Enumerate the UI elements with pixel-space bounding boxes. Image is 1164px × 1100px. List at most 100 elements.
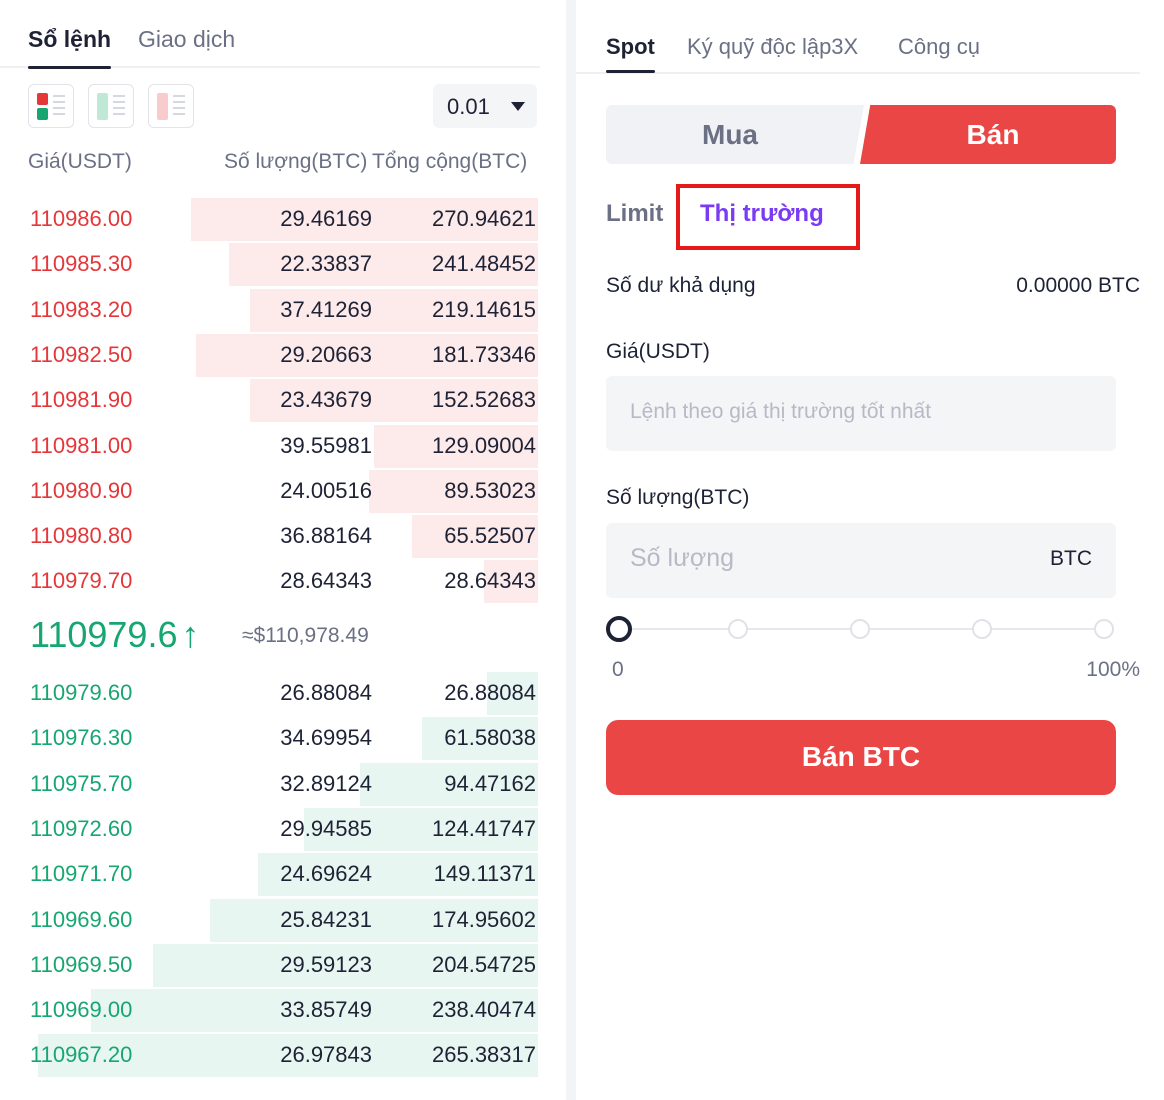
bid-price: 110969.50: [30, 951, 133, 977]
header-price: Giá(USDT): [28, 150, 132, 173]
view-bids-button[interactable]: [88, 84, 134, 128]
available-balance-label: Số dư khả dụng: [606, 274, 756, 297]
sell-btc-button[interactable]: Bán BTC: [606, 720, 1116, 795]
tab-trades[interactable]: Giao dịch: [138, 26, 235, 53]
ask-price: 110980.80: [30, 523, 133, 549]
buy-tab[interactable]: Mua: [606, 105, 864, 164]
ask-row[interactable]: 110980.80 36.88164 65.52507: [0, 515, 538, 559]
panel-divider: [566, 0, 576, 1100]
ask-total: 129.09004: [432, 432, 536, 458]
slider-min-label: 0: [612, 658, 624, 681]
ask-price: 110980.90: [30, 477, 133, 503]
orderbook-tabs: Sổ lệnh Giao dịch: [0, 0, 540, 69]
ask-qty: 23.43679: [280, 387, 372, 413]
ask-qty: 39.55981: [280, 432, 372, 458]
slider-step-50[interactable]: [850, 619, 870, 639]
ask-total: 241.48452: [432, 251, 536, 277]
bid-total: 149.11371: [433, 861, 536, 887]
ask-row[interactable]: 110981.00 39.55981 129.09004: [0, 424, 538, 468]
arrow-up-icon: ↑: [181, 614, 200, 655]
ask-price: 110981.00: [30, 432, 133, 458]
ask-price: 110981.90: [30, 387, 133, 413]
slider-max-label: 100%: [1086, 658, 1140, 681]
order-type-limit[interactable]: Limit: [606, 200, 663, 228]
ask-price: 110979.70: [30, 568, 133, 594]
bid-row[interactable]: 110969.50 29.59123 204.54725: [0, 943, 538, 987]
highlight-annotation: [676, 184, 860, 250]
ask-row[interactable]: 110983.20 37.41269 219.14615: [0, 288, 538, 332]
header-qty: Số lượng(BTC): [224, 150, 368, 173]
bid-row[interactable]: 110967.20 26.97843 265.38317: [0, 1034, 538, 1078]
bid-total: 174.95602: [432, 906, 536, 932]
bid-qty: 32.89124: [280, 770, 372, 796]
bid-row[interactable]: 110969.60 25.84231 174.95602: [0, 898, 538, 942]
tick-size-value: 0.01: [447, 94, 490, 119]
bid-qty: 33.85749: [280, 997, 372, 1023]
bid-row[interactable]: 110979.60 26.88084 26.88084: [0, 672, 538, 715]
quantity-input[interactable]: Số lượng BTC: [606, 523, 1116, 598]
bid-total: 26.88084: [444, 680, 536, 705]
ask-row[interactable]: 110979.70 28.64343 28.64343: [0, 560, 538, 604]
last-price: 110979.6 ↑: [30, 614, 199, 656]
bid-qty: 29.94585: [280, 815, 372, 841]
ask-total: 270.94621: [432, 206, 536, 231]
sell-tab[interactable]: Bán: [860, 105, 1116, 164]
bid-price: 110972.60: [30, 815, 133, 841]
amount-slider[interactable]: [606, 616, 1116, 642]
ask-row[interactable]: 110985.30 22.33837 241.48452: [0, 243, 538, 287]
trade-panel: Spot Ký quỹ độc lập3X Công cụ Mua Bán Li…: [576, 0, 1164, 1100]
bid-qty: 34.69954: [280, 725, 372, 751]
ask-qty: 24.00516: [280, 477, 372, 503]
bid-row[interactable]: 110972.60 29.94585 124.41747: [0, 807, 538, 851]
bid-qty: 24.69624: [280, 861, 372, 887]
slider-handle[interactable]: [606, 616, 632, 642]
last-price-value: 110979.6: [30, 614, 178, 655]
ask-price: 110986.00: [30, 206, 133, 231]
tab-orderbook[interactable]: Sổ lệnh: [28, 26, 112, 69]
ask-price: 110982.50: [30, 341, 133, 367]
ask-price: 110983.20: [30, 296, 133, 322]
bid-total: 238.40474: [432, 997, 536, 1023]
bid-total: 204.54725: [432, 951, 536, 977]
sell-tab-label: Bán: [966, 119, 1020, 150]
bid-qty: 26.88084: [280, 680, 372, 705]
bid-price: 110975.70: [30, 770, 133, 796]
bid-row[interactable]: 110971.70 24.69624 149.11371: [0, 853, 538, 897]
ask-row[interactable]: 110981.90 23.43679 152.52683: [0, 379, 538, 423]
slider-step-100[interactable]: [1094, 619, 1114, 639]
quantity-placeholder: Số lượng: [630, 544, 735, 572]
tick-size-select[interactable]: 0.01: [433, 84, 537, 128]
bid-price: 110976.30: [30, 725, 133, 751]
bid-row[interactable]: 110976.30 34.69954 61.58038: [0, 717, 538, 761]
header-total: Tổng cộng(BTC): [372, 150, 528, 173]
ask-row[interactable]: 110982.50 29.20663 181.73346: [0, 333, 538, 377]
bid-row[interactable]: 110975.70 32.89124 94.47162: [0, 762, 538, 806]
bid-price: 110979.60: [30, 680, 133, 705]
bid-total: 124.41747: [432, 815, 536, 841]
quantity-unit: BTC: [1050, 547, 1092, 570]
bid-row[interactable]: 110969.00 33.85749 238.40474: [0, 989, 538, 1033]
price-input[interactable]: Lệnh theo giá thị trường tốt nhất: [606, 376, 1116, 451]
trade-tabs: Spot Ký quỹ độc lập3X Công cụ: [576, 0, 1140, 74]
bid-total: 265.38317: [432, 1042, 536, 1068]
ask-qty: 28.64343: [280, 568, 372, 594]
price-placeholder: Lệnh theo giá thị trường tốt nhất: [630, 400, 932, 423]
bid-qty: 25.84231: [280, 906, 372, 932]
bid-qty: 26.97843: [280, 1042, 372, 1068]
ask-row[interactable]: 110986.00 29.46169 270.94621: [0, 198, 538, 241]
bid-total: 94.47162: [444, 770, 536, 796]
slider-step-75[interactable]: [972, 619, 992, 639]
tab-spot[interactable]: Spot: [606, 34, 655, 73]
tab-tools[interactable]: Công cụ: [898, 34, 980, 60]
ask-row[interactable]: 110980.90 24.00516 89.53023: [0, 469, 538, 513]
ask-price: 110985.30: [30, 251, 133, 277]
buy-tab-label: Mua: [702, 119, 758, 150]
tab-isolated-margin[interactable]: Ký quỹ độc lập3X: [687, 34, 858, 60]
view-asks-button[interactable]: [148, 84, 194, 128]
slider-step-25[interactable]: [728, 619, 748, 639]
ask-total: 89.53023: [444, 477, 536, 503]
bid-total: 61.58038: [444, 725, 536, 751]
bid-price: 110969.00: [30, 997, 133, 1023]
view-both-button[interactable]: [28, 84, 74, 128]
ask-total: 152.52683: [432, 387, 536, 413]
